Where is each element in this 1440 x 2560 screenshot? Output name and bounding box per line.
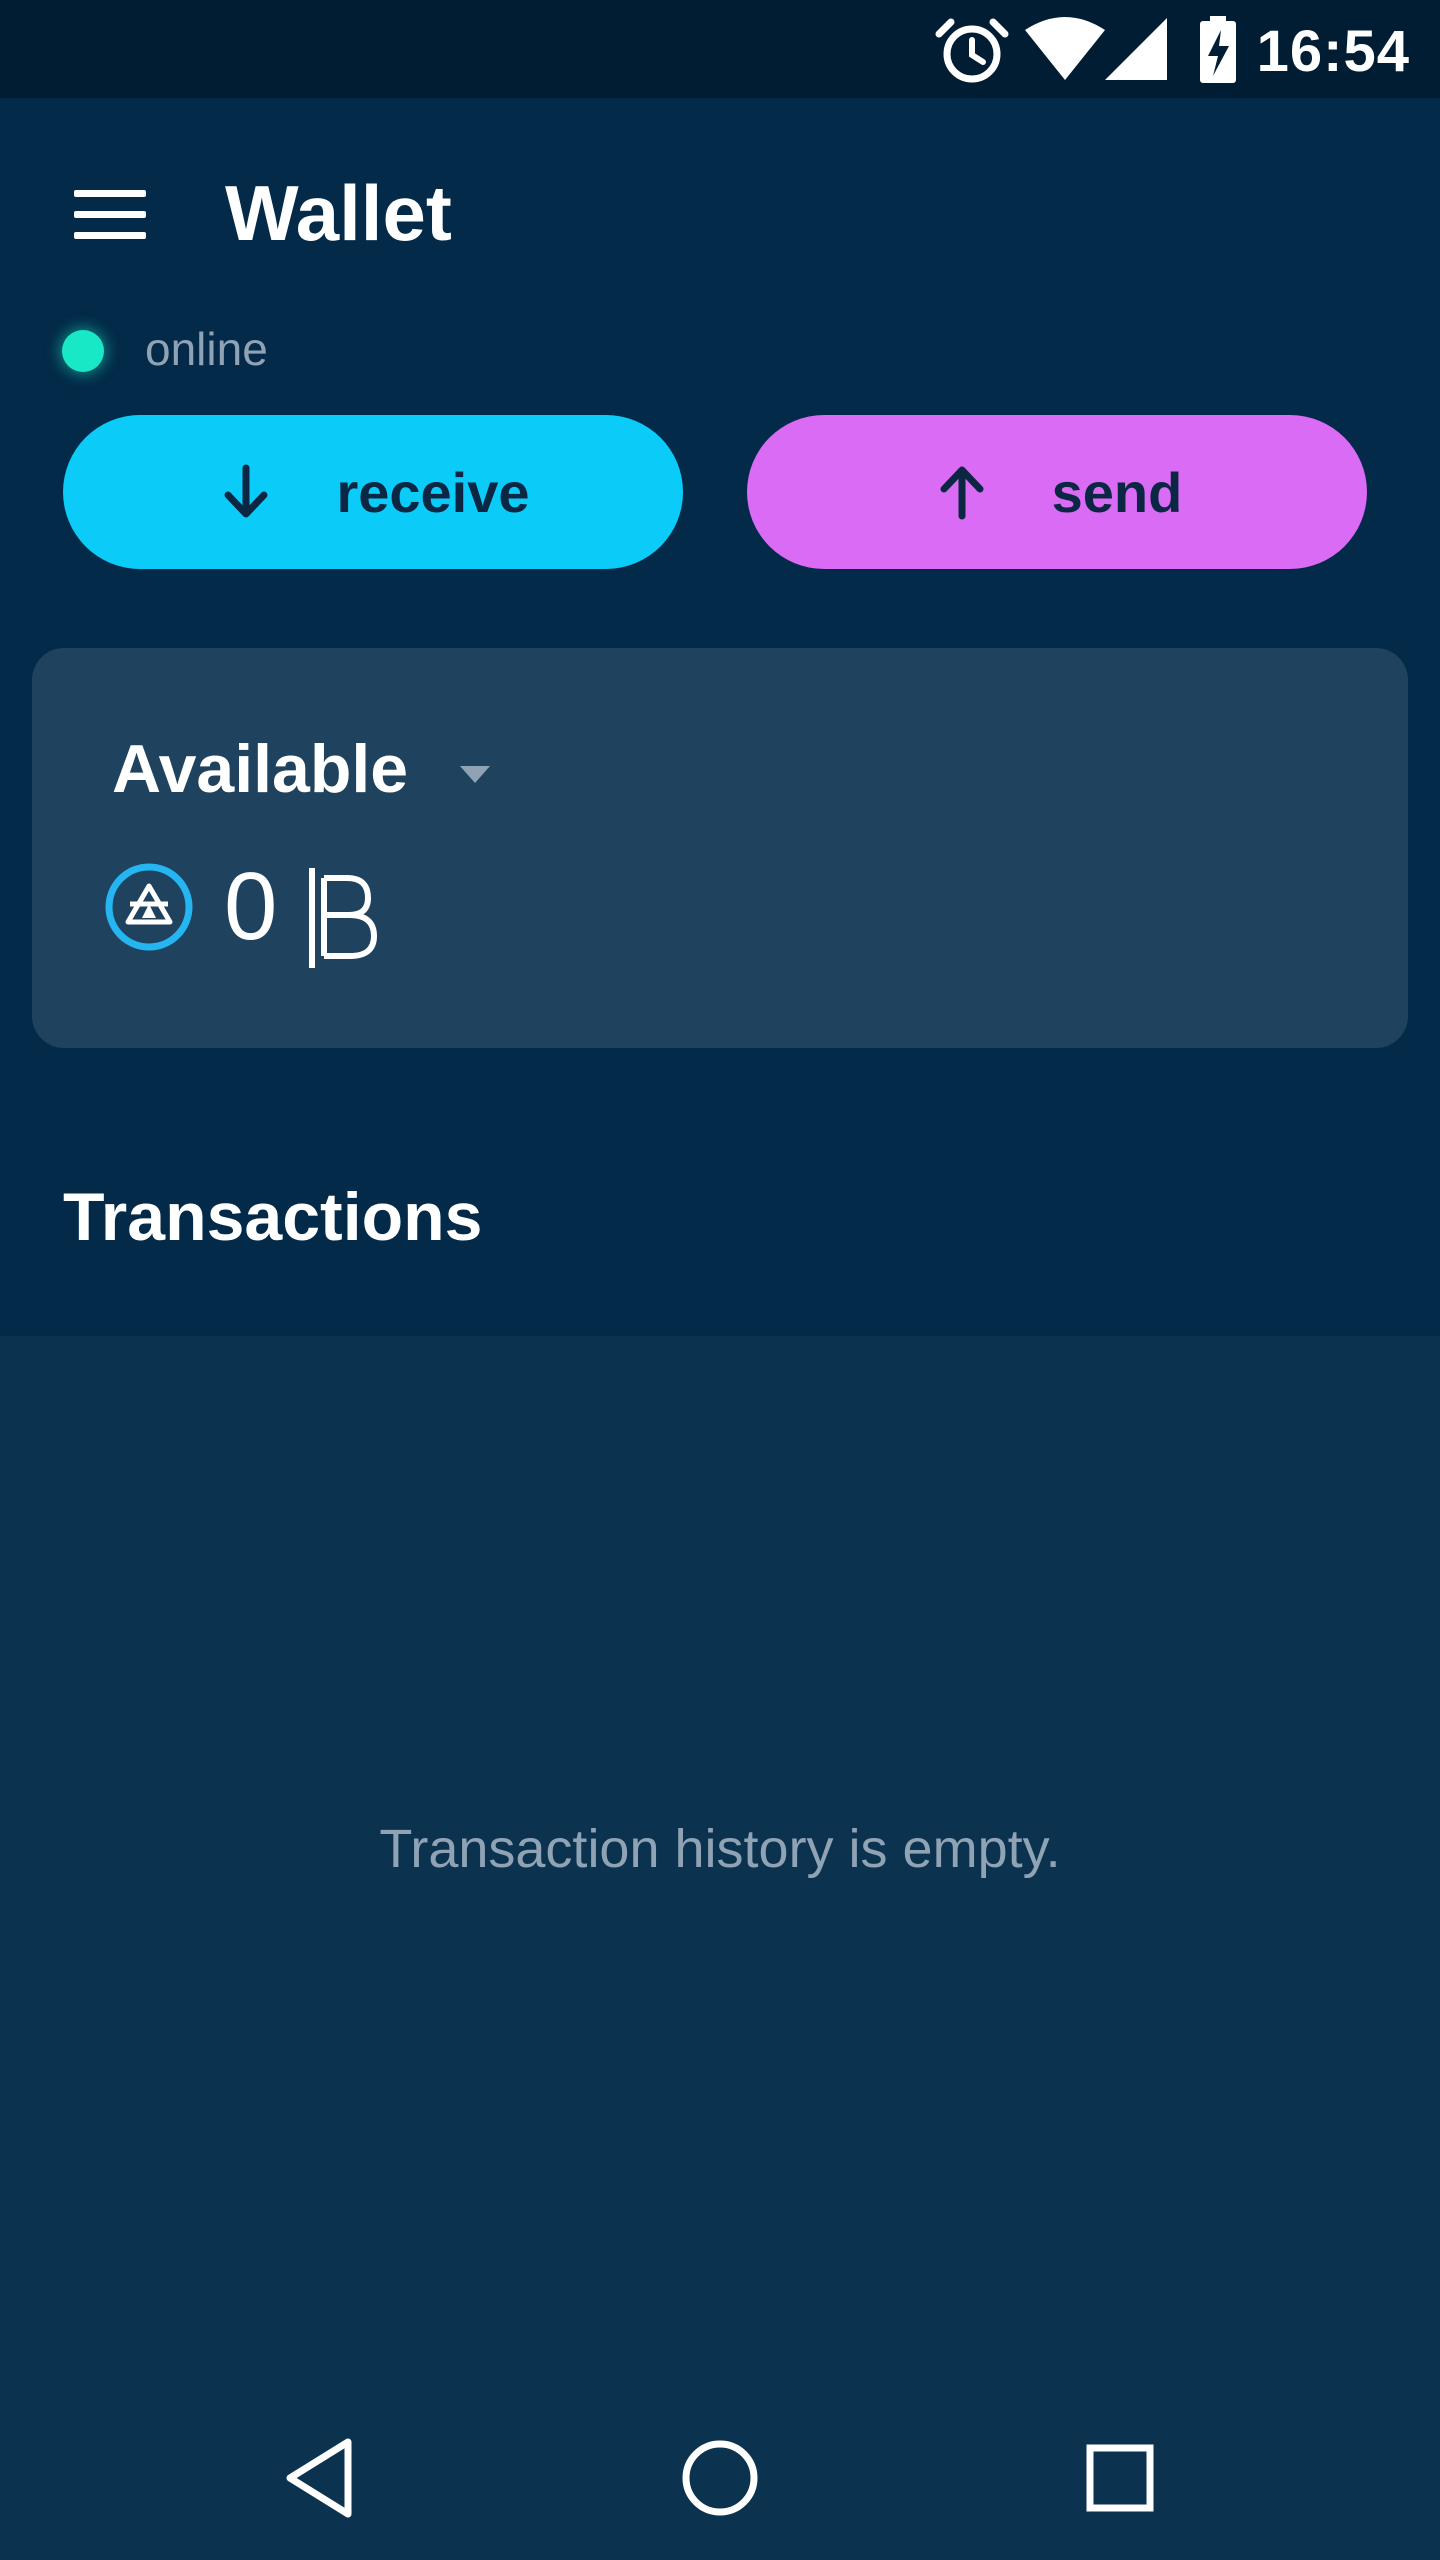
- back-icon[interactable]: [270, 2428, 370, 2528]
- dropdown-arrow-icon[interactable]: [460, 766, 490, 783]
- balance-amount: 0: [224, 853, 278, 960]
- status-bar: 16:54: [0, 0, 1440, 98]
- app-bar: Wallet: [0, 98, 1440, 328]
- receive-button[interactable]: receive: [63, 415, 683, 569]
- balance-type-label[interactable]: Available: [112, 730, 408, 808]
- transactions-title: Transactions: [63, 1179, 483, 1255]
- wallet-screen: 16:54 Wallet online receive send Availab…: [0, 0, 1440, 2560]
- battery-charging-icon: [1200, 16, 1236, 83]
- recents-icon[interactable]: [1070, 2428, 1170, 2528]
- coin-icon: [105, 863, 193, 951]
- navigation-bar: [0, 2390, 1440, 2560]
- online-status-indicator: [62, 330, 104, 372]
- page-title: Wallet: [225, 169, 452, 257]
- receive-button-label: receive: [336, 460, 530, 524]
- balance-card: Available 0: [32, 648, 1408, 1048]
- send-button-label: send: [1051, 460, 1183, 524]
- empty-state-message: Transaction history is empty.: [379, 1819, 1061, 1879]
- wifi-icon: [1025, 17, 1105, 80]
- online-status-label: online: [145, 323, 268, 375]
- arrow-up-icon: [940, 466, 984, 520]
- signal-icon: [1105, 18, 1167, 80]
- hamburger-menu-icon[interactable]: [70, 184, 150, 244]
- home-icon[interactable]: [670, 2428, 770, 2528]
- status-bar-time: 16:54: [1256, 19, 1410, 84]
- arrow-down-icon: [224, 464, 268, 518]
- alarm-icon: [935, 18, 1009, 83]
- beam-currency-symbol-icon: [309, 868, 377, 968]
- send-button[interactable]: send: [747, 415, 1367, 569]
- transactions-list: Transaction history is empty.: [0, 1336, 1440, 2560]
